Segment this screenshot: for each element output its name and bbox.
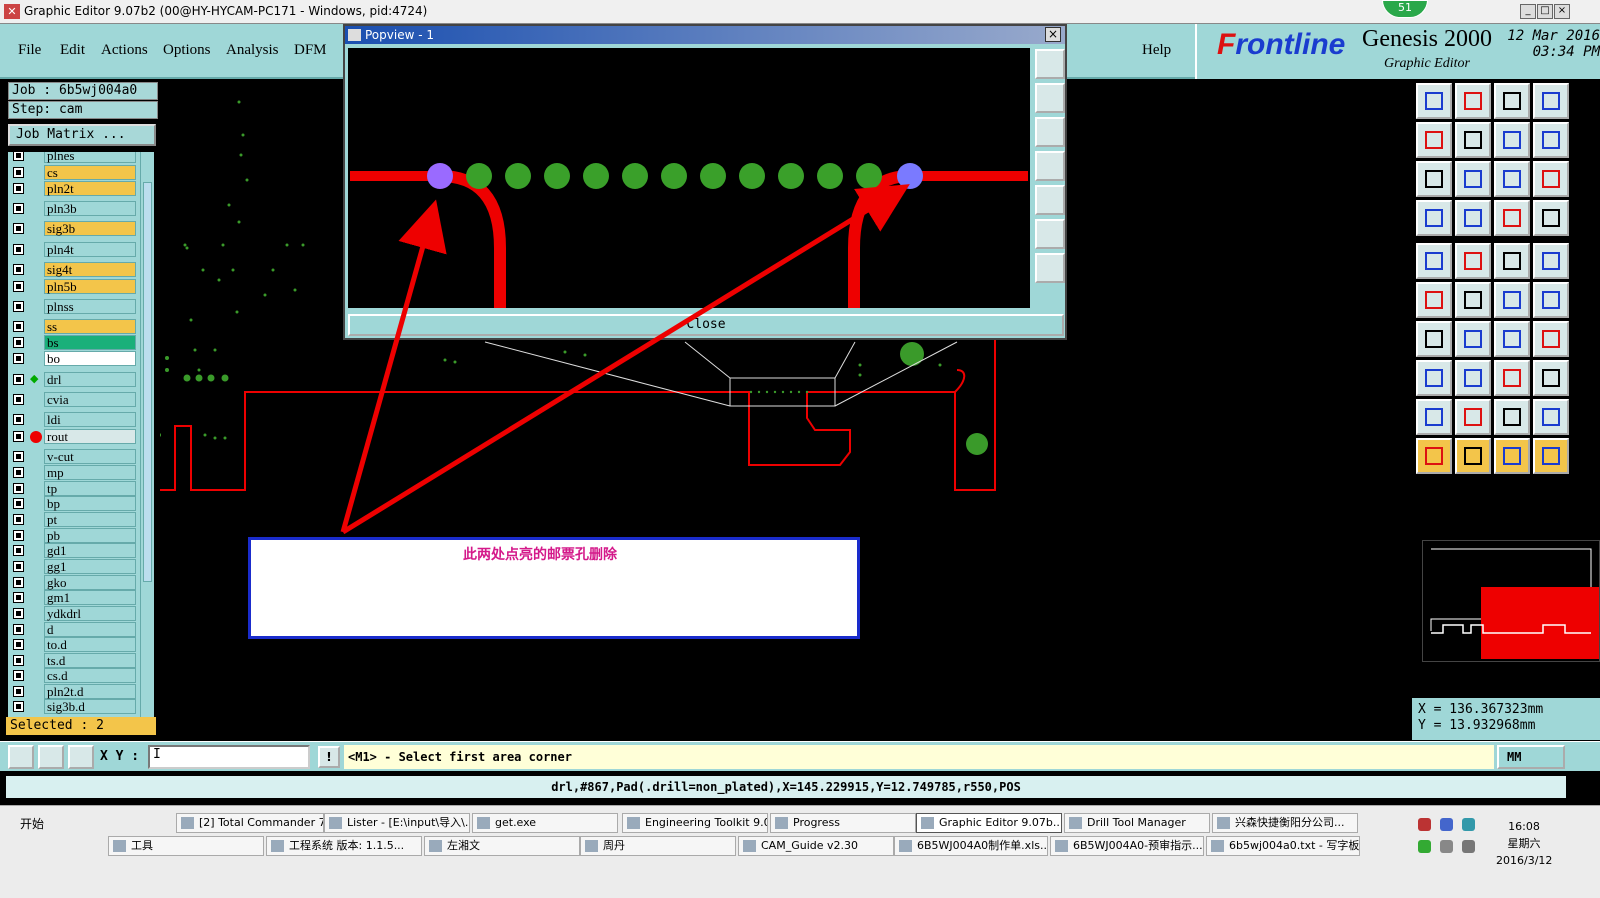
taskbar-item[interactable]: Progress bbox=[770, 813, 916, 833]
taskbar-item[interactable]: get.exe bbox=[472, 813, 618, 833]
feature-info: drl,#867,Pad(.drill=non_plated),X=145.22… bbox=[6, 776, 1566, 798]
measure-button[interactable] bbox=[38, 745, 64, 769]
grid-button[interactable] bbox=[68, 745, 94, 769]
security-icon[interactable] bbox=[1418, 840, 1431, 853]
zoom-area-button[interactable] bbox=[8, 745, 34, 769]
windows-taskbar: 开始 [2] Total Commander 7... Lister - [E:\… bbox=[0, 805, 1600, 898]
volume-icon[interactable] bbox=[1462, 840, 1475, 853]
taskbar-item[interactable]: 6B5WJ004A0-预审指示... bbox=[1050, 836, 1204, 856]
taskbar-item[interactable]: 工程系统 版本: 1.1.5... bbox=[266, 836, 422, 856]
taskbar-item[interactable]: Engineering Toolkit 9.0... bbox=[622, 813, 768, 833]
taskbar-item[interactable]: 周丹 bbox=[580, 836, 736, 856]
xy-input[interactable]: I bbox=[148, 745, 310, 769]
taskbar-item[interactable]: Lister - [E:\input\导入\... bbox=[324, 813, 470, 833]
bluetooth-icon[interactable] bbox=[1440, 818, 1453, 831]
taskbar-item[interactable]: [2] Total Commander 7... bbox=[176, 813, 324, 833]
start-button[interactable]: 开始 bbox=[2, 814, 52, 834]
taskbar-item[interactable]: 左湘文 bbox=[424, 836, 580, 856]
feature-info-bar: drl,#867,Pad(.drill=non_plated),X=145.22… bbox=[0, 773, 1600, 803]
taskbar-item[interactable]: 6b5wj004a0.txt - 写字板 bbox=[1206, 836, 1360, 856]
execute-button[interactable]: ! bbox=[318, 746, 340, 768]
taskbar-item[interactable]: Graphic Editor 9.07b... bbox=[916, 813, 1062, 833]
taskbar-item[interactable]: CAM_Guide v2.30 bbox=[738, 836, 894, 856]
taskbar-item[interactable]: 兴森快捷衡阳分公司... bbox=[1212, 813, 1358, 833]
system-clock[interactable]: 16:08 星期六 2016/3/12 bbox=[1496, 818, 1552, 869]
taskbar-item[interactable]: 6B5WJ004A0制作单.xls... bbox=[894, 836, 1048, 856]
tray-app-icon[interactable] bbox=[1462, 818, 1475, 831]
network-icon[interactable] bbox=[1440, 840, 1453, 853]
xy-label: X Y : bbox=[100, 749, 140, 764]
unit-selector[interactable]: MM bbox=[1497, 745, 1565, 769]
tray-close-icon[interactable] bbox=[1418, 818, 1431, 831]
command-prompt: <M1> - Select first area corner bbox=[344, 745, 1494, 769]
taskbar-item[interactable]: Drill Tool Manager bbox=[1064, 813, 1210, 833]
command-bar: X Y : I ! <M1> - Select first area corne… bbox=[0, 741, 1600, 771]
taskbar-item[interactable]: 工具 bbox=[108, 836, 264, 856]
